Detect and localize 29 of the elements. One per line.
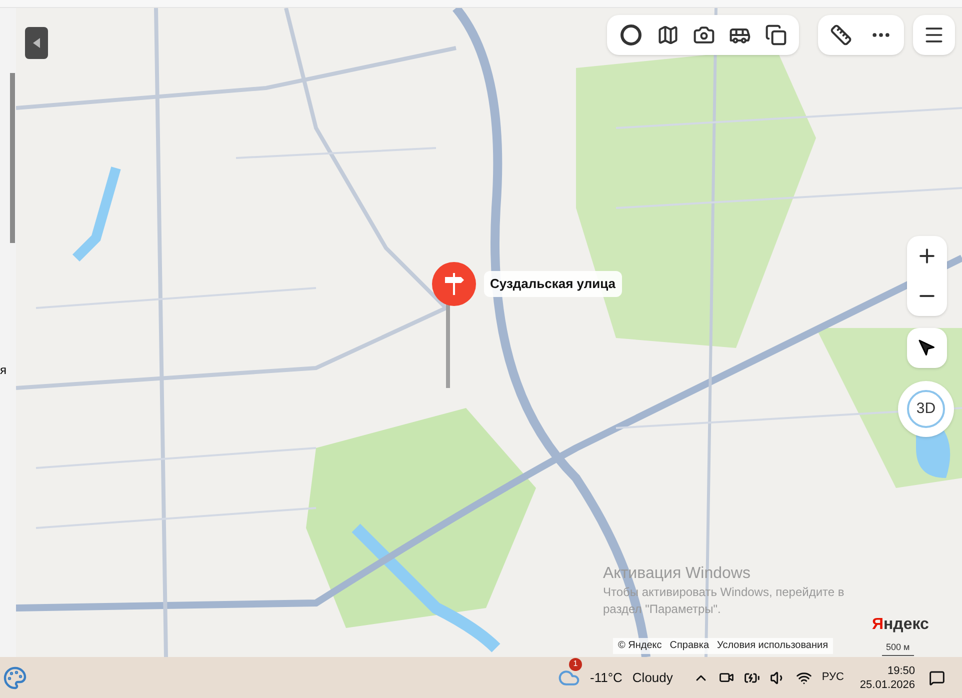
notifications-icon[interactable] [928,670,945,686]
camera-icon[interactable] [693,24,715,46]
palette-icon[interactable] [3,666,27,690]
panel-toggle[interactable] [25,27,48,59]
layers-icon[interactable] [765,24,787,46]
wifi-icon[interactable] [796,670,812,686]
scrollbar[interactable] [10,73,15,243]
panel-text: я [0,364,6,376]
language-indicator[interactable]: РУС [822,669,844,686]
attribution-link[interactable]: Условия использования [717,638,828,654]
circle-icon[interactable] [619,23,643,47]
locate-button[interactable] [907,328,947,368]
weather-condition: Cloudy [632,668,673,687]
triangle-left-icon [32,38,40,48]
temperature: -11°C [590,668,622,687]
clock-date[interactable]: 25.01.2026 [860,678,915,692]
notification-badge: 1 [569,658,582,670]
signpost-icon [442,271,466,297]
scale-label: 500 м [882,641,914,656]
location-arrow-icon [918,339,936,357]
menu-button[interactable] [913,15,955,55]
copyright-text: © Яндекс [618,639,662,653]
video-icon[interactable] [718,670,734,685]
attribution-link[interactable]: Справка [670,638,710,654]
ruler-icon[interactable] [830,24,852,46]
map-icon[interactable] [657,24,679,46]
map-logo: Яндекс [872,615,929,635]
marker-label: Суздальская улица [484,271,622,297]
clock-time[interactable]: 19:50 [887,664,915,678]
